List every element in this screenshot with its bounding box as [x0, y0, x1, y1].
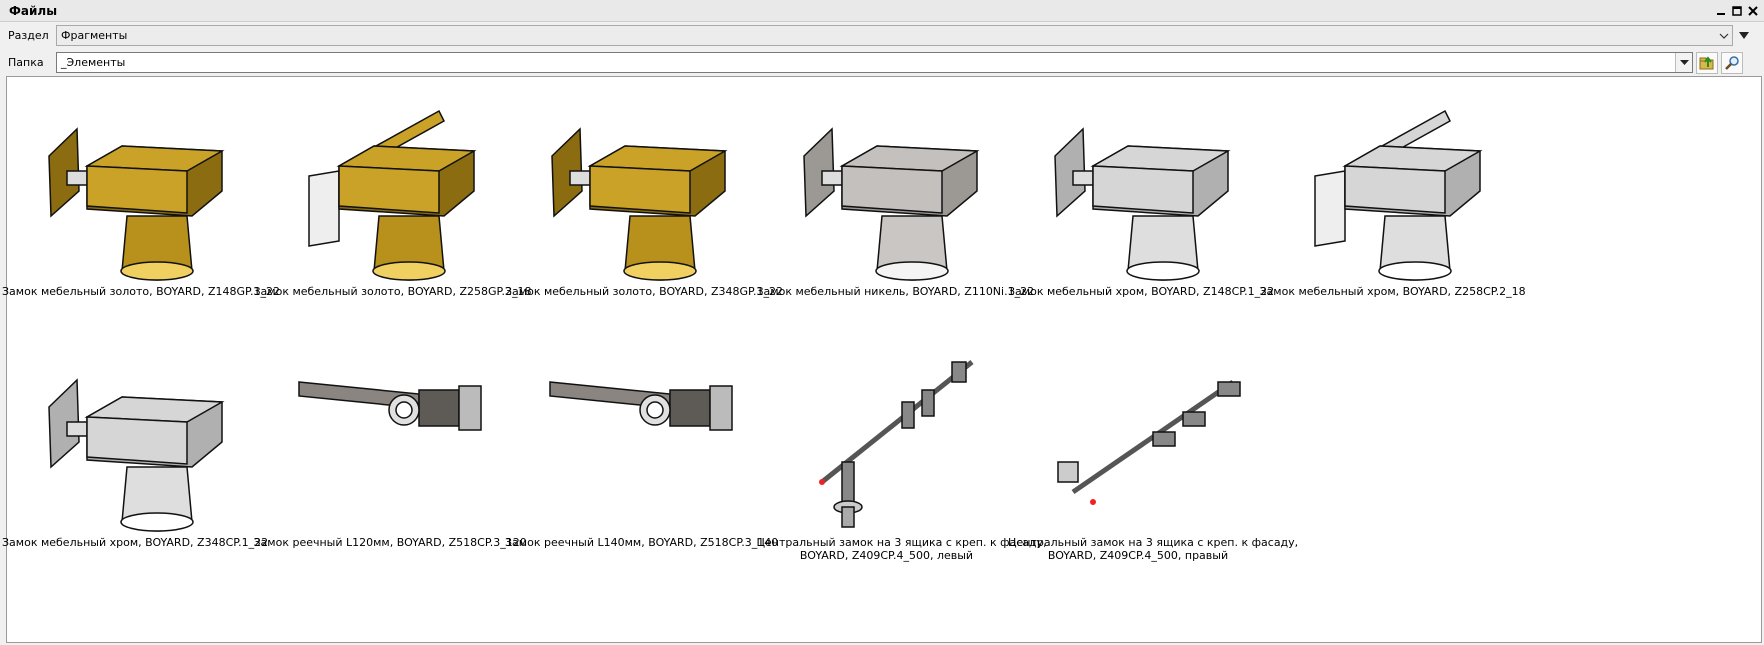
file-tile[interactable]: Замок мебельный золото, BOYARD, Z348GP.1…: [505, 91, 783, 298]
maximize-icon[interactable]: [1730, 4, 1744, 18]
file-thumbnail: [530, 91, 740, 281]
file-tile[interactable]: Замок мебельный никель, BOYARD, Z110Ni.1…: [756, 91, 1035, 298]
file-caption: Замок мебельный золото, BOYARD, Z148GP.1…: [2, 285, 280, 298]
thumbnail-grid: Замок мебельный золото, BOYARD, Z148GP.1…: [2, 77, 1761, 642]
file-tile[interactable]: Замок мебельный хром, BOYARD, Z258CP.2_1…: [1259, 91, 1526, 298]
file-caption: Замок реечный L120мм, BOYARD, Z518CP.3_1…: [253, 536, 527, 549]
folder-row: Папка _Элементы: [0, 49, 1764, 76]
file-tile[interactable]: Центральный замок на 3 ящика с креп. к ф…: [1008, 342, 1299, 562]
chevron-down-icon[interactable]: [1715, 26, 1732, 45]
file-thumbnail: [27, 91, 237, 281]
file-tile[interactable]: Центральный замок на 3 ящика с креп. к ф…: [756, 342, 1047, 562]
search-icon: [1725, 55, 1739, 70]
close-icon[interactable]: [1746, 4, 1760, 18]
file-caption: Замок мебельный хром, BOYARD, Z348CP.1_2…: [2, 536, 269, 549]
section-row: Раздел Фрагменты: [0, 22, 1764, 49]
section-combo[interactable]: Фрагменты: [56, 25, 1733, 46]
search-button[interactable]: [1721, 51, 1743, 74]
file-thumbnail: [1285, 91, 1495, 281]
file-caption: Замок мебельный хром, BOYARD, Z258CP.2_1…: [1259, 285, 1526, 298]
file-tile[interactable]: Замок мебельный золото, BOYARD, Z258GP.2…: [253, 91, 532, 298]
minimize-icon[interactable]: [1714, 4, 1728, 18]
file-caption: Замок мебельный хром, BOYARD, Z148CP.1_2…: [1008, 285, 1275, 298]
file-view[interactable]: Замок мебельный золото, BOYARD, Z148GP.1…: [2, 76, 1762, 643]
file-caption: Замок реечный L140мм, BOYARD, Z518CP.3_1…: [505, 536, 779, 549]
dropdown-arrow-icon[interactable]: [1733, 29, 1755, 43]
folder-value: _Элементы: [61, 56, 126, 69]
file-caption: Центральный замок на 3 ящика с креп. к ф…: [756, 536, 1047, 549]
folder-up-button[interactable]: [1696, 51, 1718, 74]
title-bar: Файлы: [0, 0, 1764, 22]
file-tile[interactable]: Замок реечный L140мм, BOYARD, Z518CP.3_1…: [505, 342, 779, 549]
file-thumbnail: [27, 342, 237, 532]
file-thumbnail: [530, 342, 740, 532]
file-caption-line2: BOYARD, Z409CP.4_500, правый: [1047, 549, 1229, 562]
file-thumbnail: [1033, 91, 1243, 281]
file-tile[interactable]: Замок мебельный хром, BOYARD, Z148CP.1_2…: [1008, 91, 1275, 298]
file-thumbnail: [782, 91, 992, 281]
file-caption: Центральный замок на 3 ящика с креп. к ф…: [1008, 536, 1299, 549]
folder-combo[interactable]: _Элементы: [56, 52, 1693, 73]
window-buttons: [1714, 4, 1764, 18]
file-tile[interactable]: Замок мебельный золото, BOYARD, Z148GP.1…: [2, 91, 280, 298]
file-caption-line2: BOYARD, Z409CP.4_500, левый: [799, 549, 974, 562]
folder-label: Папка: [8, 56, 44, 69]
file-thumbnail: [1033, 342, 1243, 532]
window: Файлы Раздел Фрагменты Папка _Элементы З…: [0, 0, 1764, 645]
window-title: Файлы: [9, 3, 58, 18]
section-value: Фрагменты: [61, 29, 128, 42]
file-tile[interactable]: Замок реечный L120мм, BOYARD, Z518CP.3_1…: [253, 342, 527, 549]
file-caption: Замок мебельный золото, BOYARD, Z348GP.1…: [505, 285, 783, 298]
file-tile[interactable]: Замок мебельный хром, BOYARD, Z348CP.1_2…: [2, 342, 269, 549]
section-label: Раздел: [8, 29, 49, 42]
file-thumbnail: [279, 342, 489, 532]
file-thumbnail: [279, 91, 489, 281]
folder-up-icon: [1699, 55, 1714, 69]
file-caption: Замок мебельный золото, BOYARD, Z258GP.2…: [253, 285, 532, 298]
file-thumbnail: [782, 342, 992, 532]
dropdown-arrow-icon[interactable]: [1675, 53, 1692, 72]
file-caption: Замок мебельный никель, BOYARD, Z110Ni.1…: [756, 285, 1035, 298]
